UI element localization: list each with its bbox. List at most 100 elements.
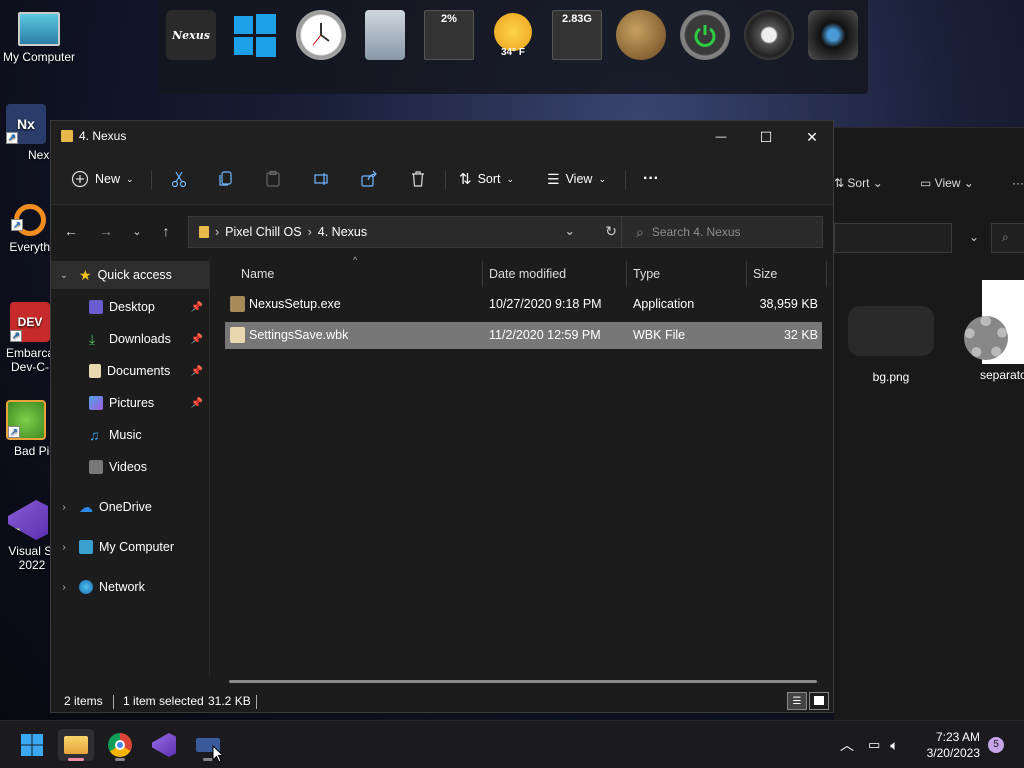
forward-button[interactable]: → <box>94 219 118 243</box>
paste-button[interactable] <box>258 165 288 193</box>
sidebar-item-my-computer[interactable]: › My Computer <box>51 533 209 561</box>
column-separator[interactable] <box>626 261 627 287</box>
chevron-right-icon[interactable]: › <box>57 502 71 513</box>
breadcrumb-pixel-chill-os[interactable]: Pixel Chill OS <box>225 225 301 239</box>
chevron-right-icon[interactable]: › <box>57 542 71 553</box>
sidebar-item-label: OneDrive <box>99 500 152 514</box>
horizontal-scrollbar[interactable] <box>229 680 817 683</box>
sidebar-item-onedrive[interactable]: › ☁ OneDrive <box>51 493 209 521</box>
column-header-type[interactable]: Type <box>633 261 660 287</box>
desktop-icon-everything[interactable]: ↗ Everyth <box>0 204 50 254</box>
sidebar-item-documents[interactable]: Documents 📌 <box>51 357 209 385</box>
share-button[interactable] <box>354 165 384 193</box>
dock-recycle-bin-icon[interactable] <box>365 10 405 60</box>
clock[interactable]: 7:23 AM 3/20/2023 <box>927 729 980 761</box>
sidebar-item-network[interactable]: › Network <box>51 573 209 601</box>
pin-icon[interactable]: 📌 <box>191 366 203 377</box>
desktop-icon-label: Bad Pig <box>13 444 56 458</box>
desktop-file-bg-png[interactable]: bg.png <box>846 306 936 384</box>
sidebar-item-downloads[interactable]: ⤓ Downloads 📌 <box>51 325 209 353</box>
sidebar-item-desktop[interactable]: Desktop 📌 <box>51 293 209 321</box>
address-bar[interactable]: › Pixel Chill OS › 4. Nexus ⌄ ↻ <box>188 216 628 248</box>
chevron-down-icon[interactable]: ⌄ <box>969 230 979 244</box>
back-button[interactable]: ← <box>59 219 83 243</box>
dock-camera-icon[interactable] <box>808 10 858 60</box>
background-explorer-window[interactable]: ⇅ Sort ⌄ ▭ View ⌄ ··· ⌄ ↻ ⌕ <box>834 127 1024 720</box>
bg-address-bar[interactable]: ⌄ ↻ <box>834 223 1005 253</box>
chevron-up-icon[interactable]: ︿ <box>840 735 854 755</box>
taskbar-file-explorer[interactable] <box>58 729 94 761</box>
pin-icon[interactable]: 📌 <box>191 302 203 313</box>
dock-nexus-icon[interactable]: Nexus <box>166 10 216 60</box>
bg-sort-button[interactable]: ⇅ Sort ⌄ <box>834 176 883 190</box>
maximize-button[interactable]: ☐ <box>743 121 789 153</box>
desktop-file-separator[interactable]: separato <box>962 280 1024 382</box>
column-header-name[interactable]: Name <box>241 261 274 287</box>
view-button[interactable]: ☰ View ⌄ <box>541 165 612 193</box>
breadcrumb-4-nexus[interactable]: 4. Nexus <box>318 225 367 239</box>
sidebar-item-videos[interactable]: Videos <box>51 453 209 481</box>
column-separator[interactable] <box>746 261 747 287</box>
bg-view-button[interactable]: ▭ View ⌄ <box>920 176 974 190</box>
dock-clock-icon[interactable] <box>296 10 346 60</box>
desktop-icon-bad-piggies[interactable]: ↗ Bad Pig <box>0 400 56 458</box>
sidebar-item-quick-access[interactable]: ⌄ ★ Quick access <box>51 261 209 289</box>
cut-button[interactable] <box>164 165 194 193</box>
dock-power-icon[interactable] <box>680 10 730 60</box>
new-button[interactable]: New ⌄ <box>65 165 140 193</box>
film-icon <box>89 460 103 474</box>
column-separator[interactable] <box>826 261 827 287</box>
dock-weather-icon[interactable]: 34° F <box>488 10 538 60</box>
rename-icon <box>314 173 328 185</box>
title-bar[interactable]: 4. Nexus — ☐ ✕ <box>51 121 833 153</box>
column-header-date-modified[interactable]: Date modified <box>489 261 566 287</box>
file-row[interactable]: NexusSetup.exe 10/27/2020 9:18 PM Applic… <box>225 291 822 318</box>
large-icons-view-button[interactable] <box>809 692 829 710</box>
recent-locations-button[interactable]: ⌄ <box>125 219 149 243</box>
search-icon: ⌕ <box>636 223 644 240</box>
start-button[interactable] <box>14 729 50 761</box>
taskbar-visual-studio[interactable] <box>146 729 182 761</box>
display-icon[interactable]: ▭ <box>868 737 880 753</box>
file-size: 38,959 KB <box>759 297 818 311</box>
column-separator[interactable] <box>482 261 483 287</box>
chevron-right-icon[interactable]: › <box>57 582 71 593</box>
rename-button[interactable] <box>307 165 337 193</box>
explorer-window[interactable]: 4. Nexus — ☐ ✕ New ⌄ ⇅ Sort ⌄ ☰ View ⌄ ·… <box>50 120 834 713</box>
sidebar-item-pictures[interactable]: Pictures 📌 <box>51 389 209 417</box>
more-options-button[interactable]: ··· <box>637 165 665 193</box>
address-dropdown-button[interactable]: ⌄ <box>565 223 575 238</box>
gear-icon <box>964 316 1008 360</box>
dock-media-player-icon[interactable] <box>744 10 794 60</box>
taskbar-chrome[interactable] <box>102 729 138 761</box>
sidebar-item-music[interactable]: ♫ Music <box>51 421 209 449</box>
up-button[interactable]: ↑ <box>154 219 178 243</box>
details-view-button[interactable]: ☰ <box>787 692 807 710</box>
dock: Nexus 2% 34° F 2.83G <box>158 0 868 94</box>
delete-button[interactable] <box>403 165 433 193</box>
column-header-size[interactable]: Size <box>753 261 777 287</box>
search-box[interactable]: ⌕ Search 4. Nexus <box>621 216 823 248</box>
notification-badge[interactable]: 5 <box>988 737 1004 753</box>
chevron-down-icon[interactable]: ⌄ <box>57 270 71 281</box>
dock-cpu-meter-icon[interactable]: 2% <box>424 10 474 60</box>
minimize-button[interactable]: — <box>698 121 744 153</box>
desktop-icon-nexus[interactable]: Nx ↗ Nexu <box>0 104 56 162</box>
copy-button[interactable] <box>211 165 241 193</box>
close-button[interactable]: ✕ <box>789 121 835 153</box>
sort-button[interactable]: ⇅ Sort ⌄ <box>453 165 520 193</box>
dock-globe-icon[interactable] <box>616 10 666 60</box>
pane-splitter[interactable] <box>209 257 210 677</box>
toolbar-separator <box>151 171 152 189</box>
refresh-button[interactable]: ↻ <box>605 223 617 240</box>
file-row[interactable]: SettingsSave.wbk 11/2/2020 12:59 PM WBK … <box>225 322 822 349</box>
bg-more-icon[interactable]: ··· <box>1012 176 1024 190</box>
pin-icon[interactable]: 📌 <box>191 334 203 345</box>
volume-icon[interactable]: 🔈︎ <box>890 737 898 754</box>
pin-icon[interactable]: 📌 <box>191 398 203 409</box>
bg-search-box[interactable]: ⌕ <box>991 223 1024 253</box>
desktop-icon-my-computer[interactable]: My Computer <box>0 12 78 64</box>
dock-windows-icon[interactable] <box>230 10 280 60</box>
dock-memory-meter-icon[interactable]: 2.83G <box>552 10 602 60</box>
more-icon: ··· <box>643 170 659 187</box>
